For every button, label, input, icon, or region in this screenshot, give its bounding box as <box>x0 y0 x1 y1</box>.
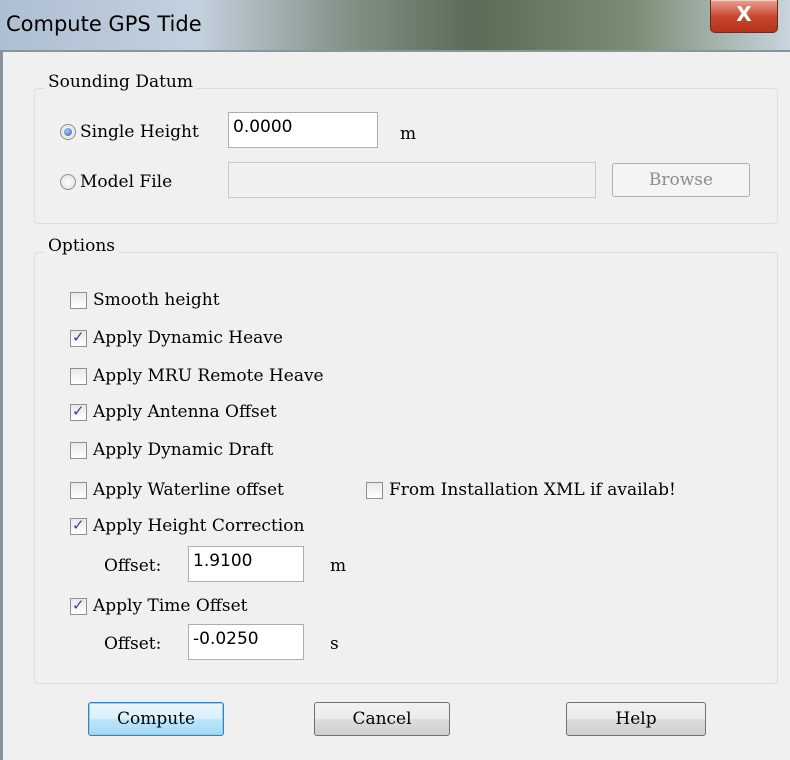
compute-gps-tide-dialog: Compute GPS Tide X Sounding Datum Single… <box>0 0 790 760</box>
close-icon: X <box>736 2 752 26</box>
apply-mru-remote-heave-checkbox[interactable]: Apply MRU Remote Heave <box>70 366 324 386</box>
checkmark-icon: ✓ <box>72 595 85 614</box>
apply-time-offset-label: Apply Time Offset <box>93 596 248 616</box>
window-border <box>0 52 3 760</box>
height-offset-input[interactable]: 1.9100 <box>188 546 304 582</box>
from-installation-xml-box[interactable] <box>366 481 383 499</box>
smooth-height-box[interactable] <box>70 291 87 309</box>
apply-time-offset-checkbox[interactable]: ✓ Apply Time Offset <box>70 596 247 616</box>
checkmark-icon: ✓ <box>72 515 85 534</box>
checkmark-icon: ✓ <box>72 401 85 420</box>
height-offset-label: Offset: <box>104 556 162 576</box>
from-installation-xml-label: From Installation XML if availab! <box>389 480 676 500</box>
model-file-label: Model File <box>80 172 173 192</box>
single-height-input[interactable]: 0.0000 <box>228 112 378 148</box>
apply-dynamic-heave-box[interactable]: ✓ <box>70 327 87 347</box>
time-offset-unit: s <box>330 634 339 654</box>
apply-height-correction-label: Apply Height Correction <box>93 516 305 536</box>
compute-button[interactable]: Compute <box>88 702 224 736</box>
model-file-input[interactable] <box>228 162 596 198</box>
apply-dynamic-draft-checkbox[interactable]: Apply Dynamic Draft <box>70 440 273 460</box>
single-height-radio-indicator[interactable] <box>60 124 76 140</box>
help-button[interactable]: Help <box>566 702 706 736</box>
smooth-height-checkbox[interactable]: Smooth height <box>70 290 220 310</box>
smooth-height-label: Smooth height <box>93 290 220 310</box>
from-installation-xml-checkbox[interactable]: From Installation XML if availab! <box>366 480 692 500</box>
apply-antenna-offset-label: Apply Antenna Offset <box>93 402 277 422</box>
apply-dynamic-draft-box[interactable] <box>70 441 87 459</box>
apply-dynamic-heave-label: Apply Dynamic Heave <box>93 328 283 348</box>
checkmark-icon: ✓ <box>72 327 85 346</box>
single-height-label: Single Height <box>80 122 199 142</box>
apply-dynamic-heave-checkbox[interactable]: ✓ Apply Dynamic Heave <box>70 328 283 348</box>
sounding-datum-legend: Sounding Datum <box>44 72 197 92</box>
title-bar[interactable]: Compute GPS Tide X <box>0 0 790 52</box>
time-offset-input[interactable]: -0.0250 <box>188 624 304 660</box>
apply-time-offset-box[interactable]: ✓ <box>70 595 87 615</box>
single-height-radio[interactable]: Single Height <box>60 122 199 142</box>
apply-height-correction-box[interactable]: ✓ <box>70 515 87 535</box>
apply-antenna-offset-box[interactable]: ✓ <box>70 401 87 421</box>
apply-antenna-offset-checkbox[interactable]: ✓ Apply Antenna Offset <box>70 402 277 422</box>
single-height-unit: m <box>400 124 417 144</box>
close-button[interactable]: X <box>710 0 778 33</box>
options-group <box>34 252 778 684</box>
apply-waterline-offset-checkbox[interactable]: Apply Waterline offset <box>70 480 284 500</box>
time-offset-label: Offset: <box>104 634 162 654</box>
model-file-radio[interactable]: Model File <box>60 172 172 192</box>
apply-waterline-offset-box[interactable] <box>70 481 87 499</box>
apply-waterline-offset-label: Apply Waterline offset <box>93 480 284 500</box>
sounding-datum-group <box>34 88 778 224</box>
options-legend: Options <box>44 236 119 256</box>
apply-mru-remote-heave-label: Apply MRU Remote Heave <box>93 366 324 386</box>
cancel-button[interactable]: Cancel <box>314 702 450 736</box>
model-file-radio-indicator[interactable] <box>60 174 76 190</box>
apply-dynamic-draft-label: Apply Dynamic Draft <box>93 440 274 460</box>
apply-mru-remote-heave-box[interactable] <box>70 367 87 385</box>
height-offset-unit: m <box>330 556 347 576</box>
apply-height-correction-checkbox[interactable]: ✓ Apply Height Correction <box>70 516 304 536</box>
browse-button[interactable]: Browse <box>612 163 750 197</box>
window-title: Compute GPS Tide <box>6 12 202 36</box>
